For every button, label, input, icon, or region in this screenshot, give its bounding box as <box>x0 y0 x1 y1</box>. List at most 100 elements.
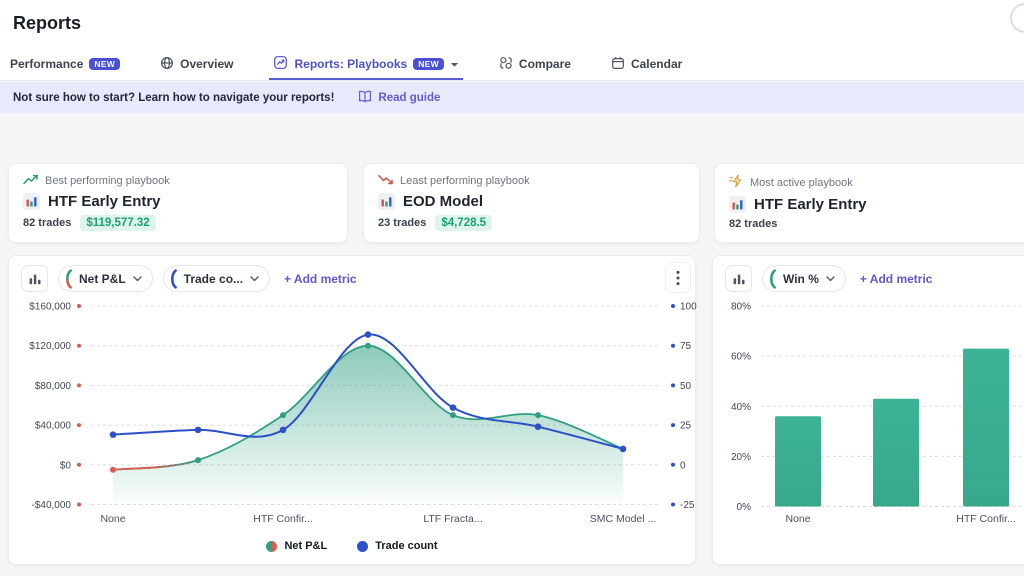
svg-text:40%: 40% <box>731 402 751 413</box>
legend-label: Trade count <box>375 540 437 552</box>
chart-type-button[interactable] <box>21 265 48 292</box>
net-pnl-legend-dot <box>266 541 277 552</box>
svg-text:20%: 20% <box>731 452 751 463</box>
zap-icon <box>729 174 744 191</box>
card-label-row: Most active playbook <box>729 174 1024 191</box>
bar-chart-svg: 0% 20% 40% 60% 80% None HTF Confir... <box>713 296 1024 546</box>
svg-text:0: 0 <box>680 460 686 471</box>
bar-chart-card: Win % + Add metric 0% 20% 40% 60% 80% None HTF… <box>712 255 1024 565</box>
combo-chart-legend: Net P&L Trade count <box>9 540 695 552</box>
combo-chart-svg: $160,000$120,000$80,000$40,000$0-$40,000… <box>9 296 697 546</box>
new-badge: NEW <box>89 58 120 71</box>
book-icon <box>358 90 372 106</box>
metric-pill-net-pnl[interactable]: Net P&L <box>58 265 153 292</box>
svg-text:0%: 0% <box>737 502 752 513</box>
most-active-playbook-label: Most active playbook <box>750 177 853 189</box>
svg-text:None: None <box>100 513 125 525</box>
chart-type-button[interactable] <box>725 265 752 292</box>
report-tab-bar: Performance NEW Overview Reports: Playbo… <box>0 50 1024 81</box>
tab-overview[interactable]: Overview <box>156 50 237 80</box>
least-playbook-card: Least performing playbook EOD Model 23 t… <box>363 163 700 243</box>
svg-text:SMC Model ...: SMC Model ... <box>590 513 657 525</box>
tab-performance[interactable]: Performance NEW <box>6 50 124 80</box>
avatar-cutoff-circle <box>1010 3 1024 33</box>
svg-text:80%: 80% <box>731 302 751 313</box>
page-title: Reports <box>13 13 81 34</box>
combo-chart-toolbar: Net P&L Trade co... + Add metric <box>21 265 357 292</box>
svg-text:$80,000: $80,000 <box>35 381 72 392</box>
best-playbook-title: HTF Early Entry <box>48 193 161 210</box>
add-metric-button[interactable]: + Add metric <box>284 272 357 286</box>
tab-calendar-label: Calendar <box>631 57 682 71</box>
card-label-row: Least performing playbook <box>378 174 685 188</box>
svg-text:60%: 60% <box>731 352 751 363</box>
playbook-bars-icon <box>378 193 395 210</box>
globe-icon <box>160 56 174 73</box>
playbook-bars-icon <box>729 196 746 213</box>
legend-item-trade-count[interactable]: Trade count <box>357 540 437 552</box>
svg-text:$120,000: $120,000 <box>29 341 71 352</box>
svg-text:$0: $0 <box>60 460 72 471</box>
card-label-row: Best performing playbook <box>23 174 333 188</box>
tab-playbooks-label: Reports: Playbooks <box>294 57 407 71</box>
report-chart-icon <box>273 55 288 73</box>
chevron-down-icon <box>826 276 835 282</box>
metric-pill-label: Net P&L <box>79 272 126 286</box>
metric-bracket-icon <box>169 269 177 289</box>
legend-item-net-pnl[interactable]: Net P&L <box>266 540 327 552</box>
tab-compare[interactable]: Compare <box>495 50 575 80</box>
tab-reports-playbooks[interactable]: Reports: Playbooks NEW <box>269 50 462 80</box>
best-playbook-trades: 82 trades <box>23 217 71 229</box>
tab-overview-label: Overview <box>180 57 233 71</box>
trend-down-icon <box>378 174 394 188</box>
least-playbook-label: Least performing playbook <box>400 175 530 187</box>
svg-text:100: 100 <box>680 302 697 313</box>
new-badge: NEW <box>413 58 444 71</box>
app-header: Reports <box>0 0 1024 50</box>
metric-pill-label: Trade co... <box>184 272 243 286</box>
tab-calendar[interactable]: Calendar <box>607 50 686 80</box>
svg-text:75: 75 <box>680 341 692 352</box>
least-playbook-amount: $4,728.5 <box>435 215 492 231</box>
tab-compare-label: Compare <box>519 57 571 71</box>
legend-label: Net P&L <box>284 540 327 552</box>
trade-count-legend-dot <box>357 541 368 552</box>
read-guide-link[interactable]: Read guide <box>358 90 440 106</box>
add-metric-button[interactable]: + Add metric <box>860 272 933 286</box>
bar-chart-toolbar: Win % + Add metric <box>725 265 932 292</box>
svg-text:-$40,000: -$40,000 <box>32 500 72 511</box>
svg-text:25: 25 <box>680 421 692 432</box>
svg-text:-25: -25 <box>680 500 695 511</box>
compare-icon <box>499 56 513 73</box>
read-guide-label: Read guide <box>378 92 440 104</box>
trend-up-icon <box>23 174 39 188</box>
svg-text:LTF Fracta...: LTF Fracta... <box>423 513 482 525</box>
svg-text:None: None <box>785 513 810 525</box>
banner-message: Not sure how to start? Learn how to navi… <box>13 92 334 104</box>
best-playbook-amount: $119,577.32 <box>80 215 155 231</box>
least-playbook-title: EOD Model <box>403 193 483 210</box>
chevron-down-icon <box>450 57 459 71</box>
metric-bracket-icon <box>768 269 776 289</box>
svg-text:HTF Confir...: HTF Confir... <box>956 513 1016 525</box>
chevron-down-icon <box>250 276 259 282</box>
chart-menu-button[interactable] <box>665 262 691 293</box>
svg-text:$160,000: $160,000 <box>29 302 71 313</box>
most-active-playbook-trades: 82 trades <box>729 218 777 230</box>
metric-pill-win-pct[interactable]: Win % <box>762 265 846 292</box>
combo-chart-card: Net P&L Trade co... + Add metric $160,00… <box>8 255 696 565</box>
kebab-icon <box>676 270 680 286</box>
svg-text:50: 50 <box>680 381 692 392</box>
metric-pill-label: Win % <box>783 272 819 286</box>
calendar-icon <box>611 56 625 73</box>
chevron-down-icon <box>133 276 142 282</box>
svg-text:HTF Confir...: HTF Confir... <box>253 513 313 525</box>
best-playbook-card: Best performing playbook HTF Early Entry… <box>8 163 348 243</box>
help-banner: Not sure how to start? Learn how to navi… <box>0 82 1024 113</box>
tab-performance-label: Performance <box>10 57 83 71</box>
most-active-playbook-title: HTF Early Entry <box>754 196 867 213</box>
playbook-bars-icon <box>23 193 40 210</box>
metric-pill-trade-count[interactable]: Trade co... <box>163 265 270 292</box>
least-playbook-trades: 23 trades <box>378 217 426 229</box>
metric-bracket-icon <box>64 269 72 289</box>
